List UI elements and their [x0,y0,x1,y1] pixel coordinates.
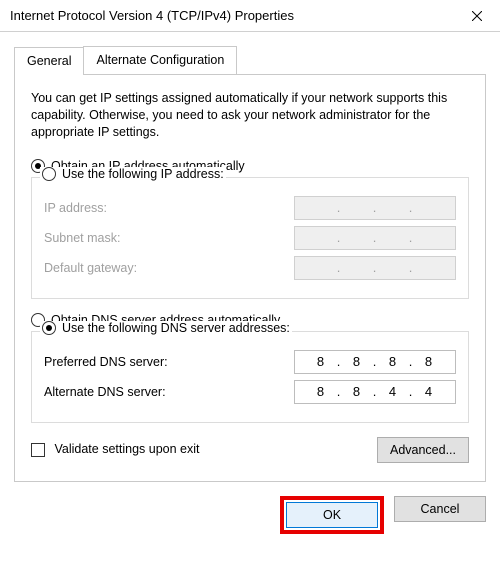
ip-address-label: IP address: [44,201,107,215]
dialog-content: General Alternate Configuration You can … [0,32,500,482]
tab-strip: General Alternate Configuration [14,46,486,75]
tab-alternate[interactable]: Alternate Configuration [83,46,237,74]
advanced-button[interactable]: Advanced... [377,437,469,463]
titlebar: Internet Protocol Version 4 (TCP/IPv4) P… [0,0,500,32]
alternate-dns-input[interactable]: 8. 8. 4. 4 [294,380,456,404]
validate-settings-checkbox[interactable]: Validate settings upon exit [31,442,200,457]
cancel-button[interactable]: Cancel [394,496,486,522]
ip-manual-group: Use the following IP address: IP address… [31,177,469,299]
checkbox-icon [31,443,45,457]
validate-settings-label: Validate settings upon exit [54,442,199,456]
ip-manual-radio-row[interactable]: Use the following IP address: [40,167,226,181]
preferred-dns-label: Preferred DNS server: [44,355,168,369]
radio-icon [42,167,56,181]
radio-icon [42,321,56,335]
dns-manual-group: Use the following DNS server addresses: … [31,331,469,423]
dialog-buttons: OK Cancel [0,482,500,548]
tab-general[interactable]: General [14,47,84,75]
default-gateway-input: . . . [294,256,456,280]
ok-highlight: OK [280,496,384,534]
close-icon[interactable] [454,0,500,32]
subnet-mask-label: Subnet mask: [44,231,120,245]
default-gateway-label: Default gateway: [44,261,137,275]
alternate-dns-label: Alternate DNS server: [44,385,166,399]
ip-manual-label: Use the following IP address: [62,167,224,181]
preferred-dns-input[interactable]: 8. 8. 8. 8 [294,350,456,374]
description-text: You can get IP settings assigned automat… [31,90,469,141]
tab-general-label: General [27,54,71,68]
window-title: Internet Protocol Version 4 (TCP/IPv4) P… [10,8,294,23]
dns-manual-radio-row[interactable]: Use the following DNS server addresses: [40,321,292,335]
subnet-mask-input: . . . [294,226,456,250]
tab-alternate-label: Alternate Configuration [96,53,224,67]
dns-manual-label: Use the following DNS server addresses: [62,321,290,335]
general-panel: You can get IP settings assigned automat… [14,74,486,482]
ok-button[interactable]: OK [286,502,378,528]
ip-address-input: . . . [294,196,456,220]
